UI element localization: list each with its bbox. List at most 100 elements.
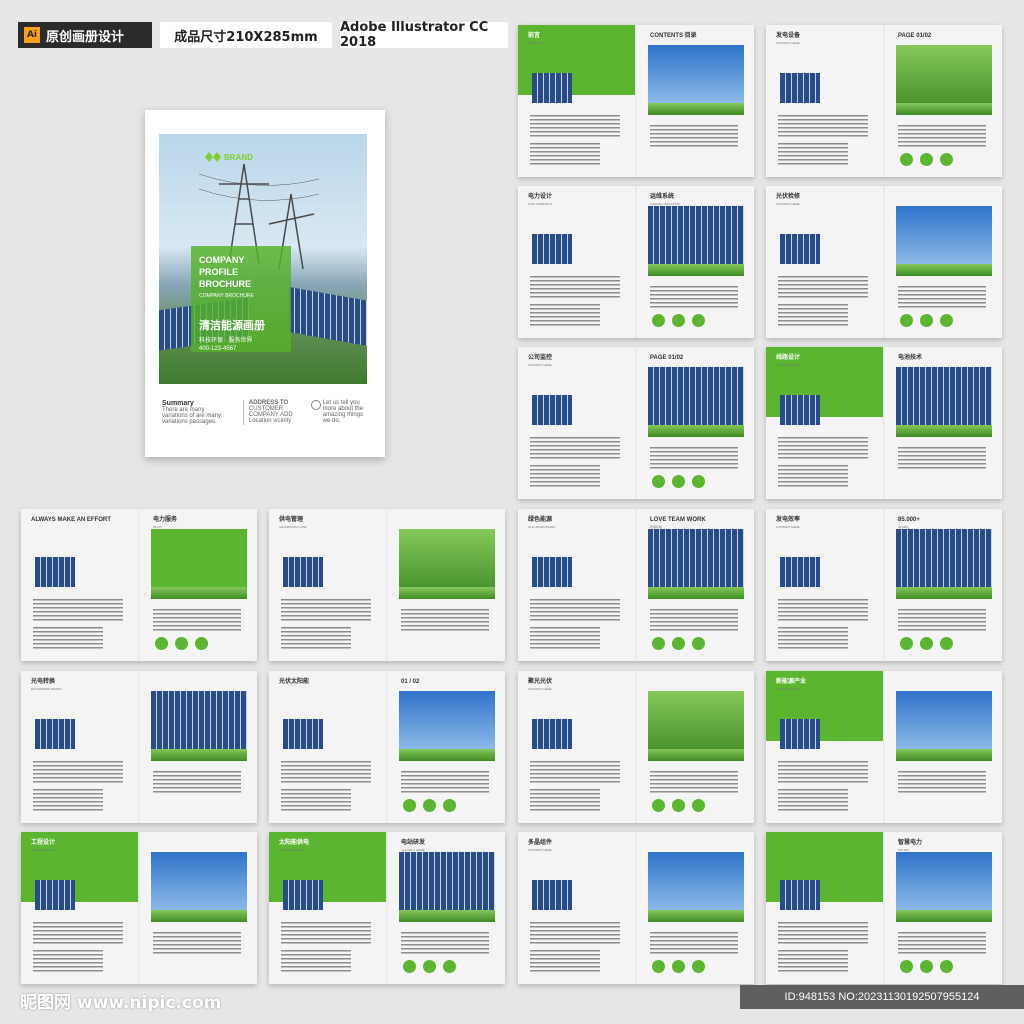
text-block (898, 771, 986, 793)
photo-ground (896, 103, 992, 115)
spread-title-left: 新能源产业 TEAM WORKER (776, 679, 807, 691)
text-block (778, 143, 848, 165)
image-id-bar: ID:948153 NO:20231130192507955124 (740, 985, 1024, 1009)
feature-circle-icon (652, 960, 665, 973)
brochure-spread: ALWAYS MAKE AN EFFORT 电力服务 98.5% (21, 509, 257, 661)
leaf-logo-icon (205, 152, 221, 162)
spread-title-right: PAGE 01/02 (650, 355, 684, 361)
text-block (401, 771, 489, 793)
text-block (281, 761, 371, 783)
photo-ground (399, 587, 495, 599)
spread-title-left: 公司监控 CONTENT HERE (528, 355, 553, 367)
brochure-spread: 发电效率 CONTENT HERE 85.000+ 30.000+ (766, 509, 1002, 661)
feature-circle-icon (940, 637, 953, 650)
text-block (650, 286, 738, 308)
spread-title-left: 光伏太阳能 (279, 679, 310, 685)
cover-solar-panel (289, 286, 367, 347)
spread-title-left: 光伏检修 CONTENT HERE (776, 194, 801, 206)
spread-title-right: 智慧电力 125.000 (898, 840, 923, 852)
text-block (33, 922, 123, 944)
spread-title-right: 85.000+ 30.000+ (898, 517, 920, 529)
spread-subtitle-left: CONTENT HERE (776, 525, 800, 529)
photo-ground (151, 910, 247, 922)
feature-circle-icon (692, 314, 705, 327)
text-block (898, 125, 986, 147)
text-block (778, 761, 868, 783)
left-photo (780, 234, 820, 264)
text-block (530, 437, 620, 459)
cover-title-box: COMPANY PROFILE BROCHURE COMPANY BROCHUR… (191, 246, 291, 352)
feature-circle-icon (920, 314, 933, 327)
spread-subtitle-left: TEAM WORKER (776, 687, 799, 691)
feature-circle-icon (423, 799, 436, 812)
text-block (778, 789, 848, 811)
cover-footer: Summary There are many variations of are… (162, 400, 368, 425)
feature-circle-icon (920, 637, 933, 650)
text-block (778, 465, 848, 487)
brochure-spread: 光伏检修 CONTENT HERE (766, 186, 1002, 338)
spread-title-left: 供电管理 SHOWROOM CASE (279, 517, 307, 529)
spread-title-right: PAGE 01/02 (898, 33, 932, 39)
address-text: CUSTOMER COMPANY ADD Location vicinity (248, 406, 293, 424)
spread-title-right: LOVE TEAM WORK 环保科技 (650, 517, 706, 529)
text-block (898, 286, 986, 308)
photo-ground (896, 749, 992, 761)
feature-circle-icon (692, 475, 705, 488)
tell-text: Let us tell you more about the amazing t… (322, 400, 364, 424)
text-block (778, 950, 848, 972)
brochure-spread: 公司监控 CONTENT HERE PAGE 01/02 (518, 347, 754, 499)
header-title: 原创画册设计 (46, 29, 125, 45)
spread-subtitle-right: 98.5% (153, 525, 162, 529)
text-block (778, 627, 848, 649)
info-icon (310, 400, 321, 410)
feature-circle-icon (940, 153, 953, 166)
spread-subtitle-right: 125.000 (898, 848, 909, 852)
feature-circle-icon (900, 960, 913, 973)
spread-title-left: 电力设计 OUR STRENGTH (528, 194, 553, 206)
left-photo (532, 234, 572, 264)
text-block (33, 950, 103, 972)
photo-ground (648, 425, 744, 437)
left-photo (283, 719, 323, 749)
spread-title-left: 多晶组件 CONTENT HERE (528, 840, 553, 852)
feature-circle-icon (155, 637, 168, 650)
left-photo (780, 557, 820, 587)
text-block (530, 922, 620, 944)
spread-subtitle-right: 30.000+ (898, 525, 909, 529)
text-block (650, 447, 738, 469)
text-block (530, 304, 600, 326)
spread-title-left: 发电效率 CONTENT HERE (776, 517, 801, 529)
text-block (530, 627, 600, 649)
text-block (33, 789, 103, 811)
left-photo (35, 719, 75, 749)
brochure-spread: 智慧电力 125.000 (766, 832, 1002, 984)
spread-title-left: 绿色能源 OUR ADVANTAGES (528, 517, 556, 529)
brochure-spread: 线路设计 CONTENT HERE 电池技术 (766, 347, 1002, 499)
feature-circle-icon (423, 960, 436, 973)
text-block (530, 276, 620, 298)
photo-ground (648, 264, 744, 276)
feature-circle-icon (692, 637, 705, 650)
left-photo (780, 73, 820, 103)
text-block (530, 143, 600, 165)
spread-subtitle-left: CONTENT HERE (776, 363, 800, 367)
text-block (778, 437, 868, 459)
feature-circle-icon (900, 314, 913, 327)
spread-title-left: 聚光光伏 CONTENT HERE (528, 679, 553, 691)
brochure-spread: 新能源产业 TEAM WORKER (766, 671, 1002, 823)
feature-circle-icon (900, 637, 913, 650)
text-block (650, 932, 738, 954)
text-block (33, 627, 103, 649)
left-photo (780, 719, 820, 749)
brochure-spread: 多晶组件 CONTENT HERE (518, 832, 754, 984)
feature-circle-icon (403, 799, 416, 812)
spread-title-right: 电站研发 CONTENT HERE (401, 840, 426, 852)
summary-text: There are many variations of are many va… (162, 407, 222, 425)
photo-ground (399, 749, 495, 761)
spread-subtitle-left: CONTENT HERE (528, 687, 552, 691)
cover-tag: COMPANY BROCHURE (199, 293, 254, 299)
text-block (33, 599, 123, 621)
spread-title-right: 电力服务 98.5% (153, 517, 178, 529)
spread-subtitle-left: CONTENT HERE (528, 848, 552, 852)
text-block (33, 761, 123, 783)
